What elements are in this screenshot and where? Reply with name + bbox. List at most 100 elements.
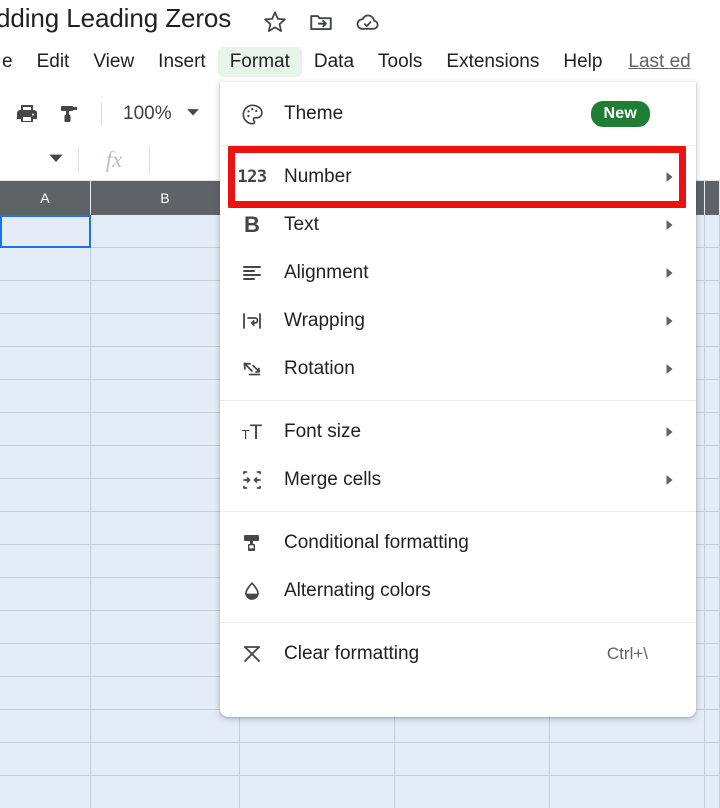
menu-item-clear-formatting[interactable]: Clear formatting Ctrl+\ (220, 630, 696, 678)
grid-cell[interactable] (240, 743, 395, 776)
grid-cell[interactable] (705, 545, 720, 578)
chevron-down-icon[interactable] (186, 105, 200, 124)
menu-item-conditional-formatting[interactable]: Conditional formatting (220, 519, 696, 567)
grid-cell[interactable] (91, 479, 240, 512)
grid-cell[interactable] (705, 347, 720, 380)
column-header-a[interactable]: A (0, 181, 91, 215)
grid-cell[interactable] (705, 380, 720, 413)
grid-cell[interactable] (705, 776, 720, 808)
grid-cell[interactable] (0, 611, 91, 644)
menu-item-font-size[interactable]: TT Font size (220, 408, 696, 456)
menu-insert[interactable]: Insert (146, 47, 218, 77)
submenu-arrow-icon (660, 267, 678, 279)
grid-cell[interactable] (0, 776, 91, 808)
menu-data[interactable]: Data (302, 47, 366, 77)
grid-cell[interactable] (705, 743, 720, 776)
grid-cell[interactable] (91, 611, 240, 644)
grid-cell[interactable] (705, 479, 720, 512)
rotation-icon (220, 357, 284, 381)
grid-cell[interactable] (705, 248, 720, 281)
grid-cell[interactable] (705, 677, 720, 710)
grid-cell[interactable] (395, 743, 550, 776)
grid-cell[interactable] (0, 710, 91, 743)
column-header-5[interactable] (705, 181, 720, 215)
grid-cell[interactable] (705, 578, 720, 611)
grid-cell[interactable] (705, 512, 720, 545)
selected-cell-a1[interactable] (0, 215, 91, 248)
menu-e[interactable]: e (0, 47, 25, 77)
grid-cell[interactable] (0, 347, 91, 380)
menu-format[interactable]: Format (217, 47, 302, 77)
grid-cell[interactable] (0, 248, 91, 281)
name-box[interactable] (0, 140, 78, 181)
grid-cell[interactable] (91, 710, 240, 743)
grid-cell[interactable] (705, 314, 720, 347)
grid-cell[interactable] (0, 545, 91, 578)
menu-item-number[interactable]: 123 Number (220, 153, 696, 201)
menu-item-wrapping[interactable]: Wrapping (220, 297, 696, 345)
grid-cell[interactable] (91, 545, 240, 578)
menu-help[interactable]: Help (551, 47, 614, 77)
grid-cell[interactable] (91, 512, 240, 545)
grid-cell[interactable] (0, 479, 91, 512)
menu-tools[interactable]: Tools (366, 47, 434, 77)
grid-cell[interactable] (0, 380, 91, 413)
star-icon[interactable] (262, 9, 288, 35)
submenu-arrow-icon (660, 315, 678, 327)
grid-cell[interactable] (91, 446, 240, 479)
grid-cell[interactable] (91, 644, 240, 677)
grid-cell[interactable] (705, 446, 720, 479)
menu-item-alternating-colors[interactable]: Alternating colors (220, 567, 696, 615)
chevron-down-icon[interactable] (48, 150, 64, 171)
grid-cell[interactable] (705, 215, 720, 248)
grid-cell[interactable] (550, 743, 705, 776)
grid-cell[interactable] (91, 413, 240, 446)
grid-cell[interactable] (0, 413, 91, 446)
menu-item-text[interactable]: B Text (220, 201, 696, 249)
saved-to-drive-icon[interactable] (354, 8, 381, 35)
grid-cell[interactable] (705, 281, 720, 314)
grid-cell[interactable] (91, 578, 240, 611)
grid-cell[interactable] (91, 776, 240, 808)
grid-cell[interactable] (705, 644, 720, 677)
menu-edit[interactable]: Edit (25, 47, 82, 77)
document-title[interactable]: dding Leading Zeros (0, 3, 231, 34)
grid-cell[interactable] (0, 677, 91, 710)
paint-format-icon[interactable] (50, 95, 88, 133)
last-edit-link[interactable]: Last ed (614, 51, 690, 73)
grid-cell[interactable] (91, 347, 240, 380)
grid-cell[interactable] (395, 776, 550, 808)
column-header-b[interactable]: B (91, 181, 240, 215)
printer-icon[interactable] (8, 95, 46, 133)
grid-cell[interactable] (91, 281, 240, 314)
move-to-folder-icon[interactable] (308, 9, 334, 35)
grid-cell[interactable] (705, 413, 720, 446)
grid-cell[interactable] (0, 512, 91, 545)
menu-item-label: Font size (284, 421, 362, 442)
grid-cell[interactable] (91, 248, 240, 281)
grid-cell[interactable] (240, 776, 395, 808)
clear-formatting-icon (220, 642, 284, 666)
grid-cell[interactable] (0, 743, 91, 776)
fx-label: fx (78, 147, 150, 173)
grid-cell[interactable] (0, 578, 91, 611)
menu-item-merge-cells[interactable]: Merge cells (220, 456, 696, 504)
grid-cell[interactable] (0, 281, 91, 314)
menu-view[interactable]: View (81, 47, 146, 77)
grid-cell[interactable] (91, 314, 240, 347)
grid-cell[interactable] (705, 710, 720, 743)
menu-extensions[interactable]: Extensions (434, 47, 551, 77)
menu-item-theme[interactable]: Theme New (220, 90, 696, 138)
grid-cell[interactable] (91, 215, 240, 248)
grid-cell[interactable] (550, 776, 705, 808)
grid-cell[interactable] (0, 644, 91, 677)
zoom-control[interactable]: 100% (115, 97, 208, 131)
grid-cell[interactable] (0, 314, 91, 347)
menu-item-alignment[interactable]: Alignment (220, 249, 696, 297)
grid-cell[interactable] (0, 446, 91, 479)
grid-cell[interactable] (91, 380, 240, 413)
grid-cell[interactable] (705, 611, 720, 644)
grid-cell[interactable] (91, 677, 240, 710)
grid-cell[interactable] (91, 743, 240, 776)
menu-item-rotation[interactable]: Rotation (220, 345, 696, 393)
